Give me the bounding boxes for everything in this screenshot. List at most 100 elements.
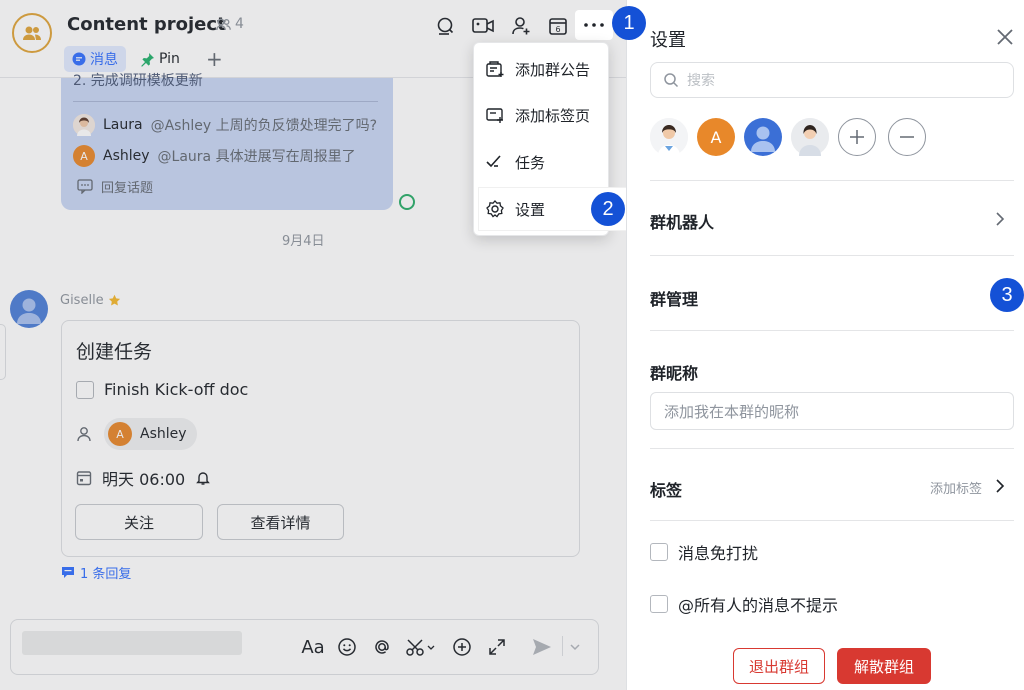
member-avatar[interactable] bbox=[744, 118, 782, 156]
send-divider bbox=[562, 636, 563, 656]
task-checkbox[interactable] bbox=[76, 380, 94, 399]
mute-option[interactable]: 消息免打扰 bbox=[650, 540, 758, 564]
task-name: Finish Kick-off doc bbox=[104, 380, 249, 399]
menu-item-label: 设置 bbox=[515, 200, 546, 219]
task-item[interactable]: Finish Kick-off doc bbox=[76, 380, 248, 399]
expand-icon[interactable] bbox=[485, 635, 509, 659]
chevron-right-icon[interactable] bbox=[992, 211, 1008, 227]
message-icon bbox=[72, 52, 86, 66]
tags-row[interactable]: 标签 bbox=[650, 477, 682, 501]
thread-partial-line: 2. 完成调研模板更新 bbox=[73, 73, 203, 89]
divider bbox=[650, 448, 1014, 449]
add-tab-icon bbox=[486, 108, 503, 123]
thread-reply[interactable]: A Ashley @Laura 具体进展写在周报里了 bbox=[73, 145, 356, 167]
add-member-icon[interactable] bbox=[509, 14, 533, 38]
send-options-chevron-icon[interactable] bbox=[567, 635, 583, 659]
person-photo-icon bbox=[650, 118, 688, 156]
laura-avatar bbox=[73, 114, 95, 136]
view-details-button[interactable]: 查看详情 bbox=[217, 504, 344, 540]
disband-group-button[interactable]: 解散群组 bbox=[837, 648, 931, 684]
nickname-input[interactable]: 添加我在本群的昵称 bbox=[650, 392, 1014, 430]
group-management-highlight bbox=[641, 278, 1024, 314]
more-options-button[interactable] bbox=[575, 10, 613, 40]
text-format-button[interactable]: Aa bbox=[300, 635, 326, 659]
date-separator: 9月4日 bbox=[282, 234, 325, 249]
reply-text: @Ashley 上周的负反馈处理完了吗? bbox=[150, 118, 378, 134]
search-placeholder: 搜索 bbox=[687, 73, 715, 89]
member-search-input[interactable]: 搜索 bbox=[650, 62, 1014, 98]
task-card-title: 创建任务 bbox=[76, 341, 153, 363]
add-member-icon[interactable] bbox=[838, 118, 876, 156]
send-icon[interactable] bbox=[530, 635, 554, 659]
members-icon bbox=[216, 18, 231, 30]
bell-icon bbox=[196, 472, 211, 485]
search-chat-icon[interactable] bbox=[434, 14, 458, 38]
close-icon[interactable] bbox=[992, 24, 1018, 50]
group-bot-row[interactable]: 群机器人 bbox=[650, 209, 714, 233]
member-count[interactable]: 4 bbox=[216, 16, 244, 32]
thread-divider bbox=[73, 101, 378, 102]
mention-icon[interactable] bbox=[370, 635, 394, 659]
tab-messages-label: 消息 bbox=[90, 52, 118, 68]
group-avatar[interactable] bbox=[12, 13, 52, 53]
reply-text: @Laura 具体进展写在周报里了 bbox=[157, 149, 356, 165]
screenshot-icon[interactable] bbox=[404, 635, 438, 659]
star-icon bbox=[108, 294, 120, 306]
mute-checkbox[interactable] bbox=[650, 543, 668, 561]
assignee-name: Ashley bbox=[140, 426, 187, 442]
composer-input[interactable] bbox=[22, 631, 242, 655]
ashley-chip-avatar: A bbox=[108, 422, 132, 446]
task-check-icon bbox=[486, 155, 501, 168]
at-all-option[interactable]: @所有人的消息不提示 bbox=[650, 592, 838, 616]
menu-item-label: 添加标签页 bbox=[515, 106, 591, 125]
settings-title: 设置 bbox=[650, 30, 686, 51]
thread-reply[interactable]: Laura @Ashley 上周的负反馈处理完了吗? bbox=[73, 114, 377, 136]
follow-button[interactable]: 关注 bbox=[75, 504, 203, 540]
group-nickname-label: 群昵称 bbox=[650, 364, 699, 383]
calendar-icon[interactable]: 6 bbox=[546, 14, 570, 38]
assignee-chip[interactable]: A Ashley bbox=[104, 418, 197, 450]
add-tag-link[interactable]: 添加标签 bbox=[930, 478, 982, 497]
menu-item-task[interactable]: 任务 bbox=[473, 139, 609, 185]
step-marker-1: 1 bbox=[612, 6, 646, 40]
group-icon bbox=[23, 26, 41, 40]
side-collapse-handle[interactable] bbox=[0, 324, 6, 380]
pin-icon bbox=[141, 52, 154, 67]
menu-item-label: 任务 bbox=[515, 153, 546, 172]
divider bbox=[650, 520, 1014, 521]
tab-messages[interactable]: 消息 bbox=[64, 46, 126, 72]
announcement-icon bbox=[486, 61, 504, 77]
menu-item-add-tab[interactable]: 添加标签页 bbox=[473, 92, 609, 138]
member-avatar[interactable] bbox=[650, 118, 688, 156]
video-call-icon[interactable] bbox=[471, 14, 495, 38]
add-attachment-icon[interactable] bbox=[450, 635, 474, 659]
add-tab-button[interactable]: + bbox=[198, 46, 231, 72]
divider bbox=[650, 180, 1014, 181]
due-date-row[interactable]: 明天 06:00 bbox=[76, 466, 211, 490]
tab-pin[interactable]: Pin bbox=[132, 46, 188, 72]
step-marker-3: 3 bbox=[990, 278, 1024, 312]
chat-title: Content project bbox=[67, 14, 226, 35]
person-photo-icon bbox=[791, 118, 829, 156]
group-management-row[interactable]: 群管理 bbox=[650, 286, 698, 310]
member-avatar[interactable]: A bbox=[697, 118, 735, 156]
menu-item-add-announcement[interactable]: 添加群公告 bbox=[473, 46, 609, 92]
divider bbox=[650, 330, 1014, 331]
due-date: 明天 06:00 bbox=[102, 470, 186, 489]
ashley-avatar: A bbox=[73, 145, 95, 167]
giselle-avatar[interactable] bbox=[10, 290, 48, 328]
member-avatar[interactable] bbox=[791, 118, 829, 156]
read-status-icon bbox=[399, 194, 415, 210]
reply-count-label: 1 条回复 bbox=[80, 567, 132, 582]
member-count-value: 4 bbox=[235, 16, 244, 32]
menu-item-settings[interactable]: 设置 bbox=[473, 186, 609, 232]
user-icon bbox=[77, 427, 91, 442]
leave-group-button[interactable]: 退出群组 bbox=[733, 648, 825, 684]
at-all-checkbox[interactable] bbox=[650, 595, 668, 613]
remove-member-icon[interactable] bbox=[888, 118, 926, 156]
reply-count-link[interactable]: 1 条回复 bbox=[61, 563, 131, 582]
mute-label: 消息免打扰 bbox=[678, 544, 759, 563]
chevron-right-icon[interactable] bbox=[992, 478, 1008, 494]
reply-topic-link[interactable]: 回复话题 bbox=[77, 177, 153, 196]
emoji-icon[interactable] bbox=[335, 635, 359, 659]
